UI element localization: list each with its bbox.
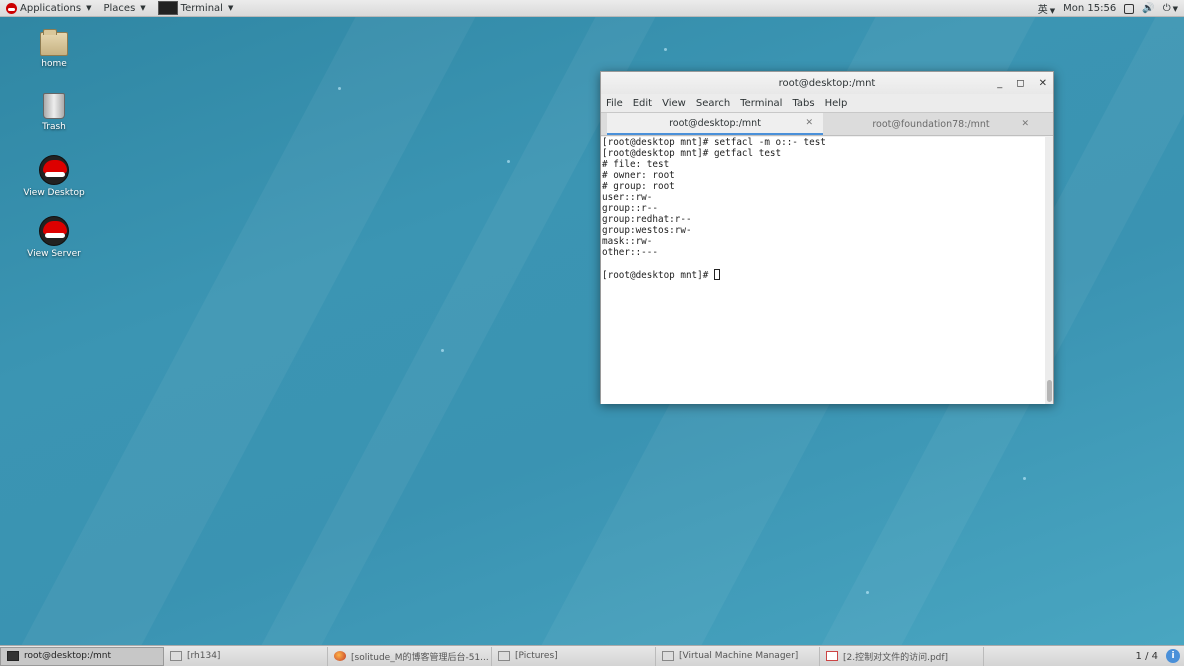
terminal-line: # file: test [602, 159, 670, 170]
applications-menu[interactable]: Applications ▼ [0, 0, 97, 17]
chevron-down-icon: ▼ [1049, 7, 1056, 15]
terminal-window[interactable]: root@desktop:/mnt _ ◻ ✕ File Edit View S… [600, 71, 1054, 404]
applications-label: Applications [20, 2, 82, 14]
input-method-indicator[interactable]: 英 ▼ [1038, 1, 1055, 16]
window-list: root@desktop:/mnt [rh134] [solitude_M的博客… [0, 645, 1184, 666]
task-virt-manager[interactable]: [Virtual Machine Manager] [656, 646, 820, 666]
menu-terminal[interactable]: Terminal [740, 98, 782, 109]
task-rh134[interactable]: [rh134] [164, 646, 328, 666]
menu-view[interactable]: View [662, 98, 686, 109]
terminal-line: user::rw- [602, 192, 653, 203]
places-label: Places [103, 2, 136, 14]
task-pictures[interactable]: [Pictures] [492, 646, 656, 666]
desktop-icon-home[interactable]: home [19, 29, 89, 69]
task-label: [rh134] [187, 651, 221, 661]
menu-help[interactable]: Help [825, 98, 848, 109]
terminal-app-label: Terminal [180, 2, 223, 14]
workspace-indicator[interactable]: 1 / 4 [1136, 646, 1158, 666]
tab-label: root@desktop:/mnt [669, 117, 761, 129]
tab-root-foundation78[interactable]: root@foundation78:/mnt ✕ [823, 113, 1039, 135]
menu-file[interactable]: File [606, 98, 623, 109]
task-firefox[interactable]: [solitude_M的博客管理后台-51... [328, 646, 492, 666]
redhat-icon [6, 2, 17, 14]
message-tray-icon[interactable]: i [1166, 649, 1180, 663]
terminal-prompt-line: [root@desktop mnt]# [602, 269, 1047, 281]
desktop-icon-view-server[interactable]: View Server [19, 216, 89, 259]
task-label: [2.控制对文件的访问.pdf] [843, 652, 949, 663]
desktop-icon-label: View Server [27, 249, 81, 259]
redhat-icon [39, 155, 69, 185]
terminal-line: [root@desktop mnt]# getfacl test [602, 148, 782, 159]
task-label: [solitude_M的博客管理后台-51... [351, 652, 489, 663]
folder-home-icon [40, 29, 68, 56]
desktop-icon-trash[interactable]: Trash [19, 93, 89, 132]
places-menu[interactable]: Places ▼ [97, 0, 151, 17]
desktop-icon-label: View Desktop [23, 188, 85, 198]
terminal-icon [157, 1, 178, 15]
display-icon[interactable] [1124, 3, 1135, 14]
close-icon[interactable]: ✕ [805, 118, 813, 128]
terminal-line: group::r-- [602, 203, 658, 214]
text-cursor [713, 269, 720, 280]
chevron-down-icon: ▼ [227, 4, 234, 12]
terminal-icon [7, 651, 19, 661]
firefox-icon [334, 651, 346, 661]
status-area: 英 ▼ Mon 15:56 🔊 ⏻ ▼ [1038, 0, 1184, 17]
tab-root-desktop[interactable]: root@desktop:/mnt ✕ [607, 113, 823, 135]
task-label: [Pictures] [515, 651, 558, 661]
close-icon[interactable]: ✕ [1021, 119, 1029, 129]
volume-icon[interactable]: 🔊 [1142, 3, 1154, 14]
terminal-line: other::--- [602, 247, 658, 258]
redhat-icon [39, 216, 69, 246]
terminal-menubar: File Edit View Search Terminal Tabs Help [601, 94, 1053, 112]
window-title: root@desktop:/mnt [778, 77, 876, 89]
terminal-prompt: [root@desktop mnt]# [602, 270, 714, 281]
folder-icon [498, 651, 510, 661]
chevron-down-icon: ▼ [86, 4, 92, 12]
vm-manager-icon [662, 651, 674, 661]
terminal-line: mask::rw- [602, 236, 653, 247]
trash-icon [43, 93, 65, 119]
window-titlebar[interactable]: root@desktop:/mnt _ ◻ ✕ [601, 72, 1053, 94]
power-icon[interactable]: ⏻ ▼ [1163, 3, 1178, 14]
terminal-line: # owner: root [602, 170, 675, 181]
task-terminal[interactable]: root@desktop:/mnt [0, 646, 164, 666]
pdf-icon [826, 651, 838, 661]
terminal-output[interactable]: [root@desktop mnt]# setfacl -m o::- test… [601, 137, 1047, 404]
menu-edit[interactable]: Edit [633, 98, 652, 109]
chevron-down-icon: ▼ [140, 4, 146, 12]
task-label: [Virtual Machine Manager] [679, 651, 799, 661]
clock[interactable]: Mon 15:56 [1063, 3, 1116, 14]
maximize-icon[interactable]: ◻ [1016, 78, 1024, 89]
desktop-icon-view-desktop[interactable]: View Desktop [19, 155, 89, 198]
scrollbar-thumb[interactable] [1047, 380, 1052, 402]
minimize-icon[interactable]: _ [997, 78, 1002, 89]
tab-label: root@foundation78:/mnt [872, 118, 990, 130]
window-icon [170, 651, 182, 661]
task-label: root@desktop:/mnt [24, 651, 112, 661]
task-pdf[interactable]: [2.控制对文件的访问.pdf] [820, 646, 984, 666]
terminal-app-menu[interactable]: Terminal ▼ [152, 0, 240, 17]
desktop-icon-label: home [41, 59, 67, 69]
desktop-icon-label: Trash [42, 122, 66, 132]
terminal-line: # group: root [602, 181, 675, 192]
close-icon[interactable]: ✕ [1039, 78, 1047, 89]
terminal-scrollbar[interactable] [1045, 137, 1053, 404]
terminal-tabs: root@desktop:/mnt ✕ root@foundation78:/m… [601, 112, 1053, 136]
terminal-line: group:westos:rw- [602, 225, 692, 236]
menu-search[interactable]: Search [696, 98, 730, 109]
menu-tabs[interactable]: Tabs [792, 98, 814, 109]
chevron-down-icon: ▼ [1172, 5, 1178, 13]
terminal-line: [root@desktop mnt]# setfacl -m o::- test [602, 137, 826, 148]
top-panel: Applications ▼ Places ▼ Terminal ▼ 英 ▼ Mo… [0, 0, 1184, 17]
terminal-line: group:redhat:r-- [602, 214, 692, 225]
